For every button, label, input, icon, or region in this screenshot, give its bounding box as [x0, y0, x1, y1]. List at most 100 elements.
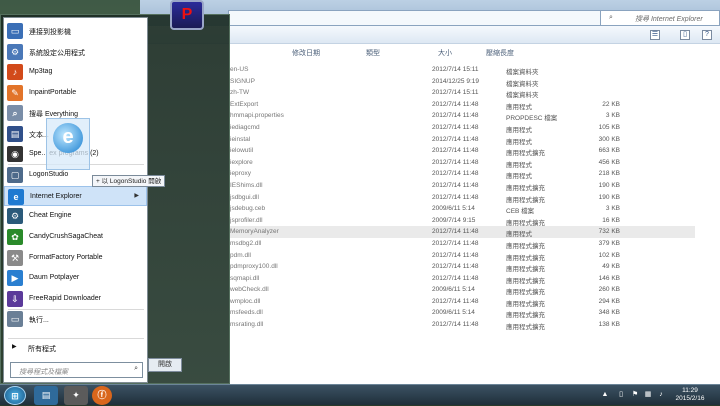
cell-size: 218 KB: [598, 170, 620, 178]
table-row[interactable]: jsdbgui.dll 2012/7/14 11:48 應用程式擴充 190 KB: [230, 192, 695, 204]
cell-date: 2012/7/14 15:11: [432, 66, 479, 73]
header-type[interactable]: 類型: [366, 48, 380, 58]
table-row[interactable]: ieinstal 2012/7/14 11:48 應用程式 300 KB: [230, 134, 695, 146]
cell-type: 應用程式: [506, 126, 532, 134]
cell-type: 應用程式擴充: [506, 242, 545, 250]
cell-type: 應用程式: [506, 138, 532, 146]
cell-name: jsdbgui.dll: [230, 193, 259, 201]
cell-size: 138 KB: [598, 321, 620, 329]
cell-name: hmmapi.properties: [230, 112, 284, 120]
tray-device-icon[interactable]: ▯: [616, 390, 626, 400]
candy-crush-icon: ✿: [7, 229, 23, 245]
table-row[interactable]: msrating.dll 2012/7/14 11:48 應用程式擴充 138 KB: [230, 319, 695, 331]
cell-date: 2012/7/14 11:48: [432, 297, 479, 305]
view-options-icon[interactable]: ☰: [650, 30, 660, 40]
start-menu-item-label: Daum Potplayer: [29, 274, 80, 281]
system-config-icon: ⚙: [7, 44, 23, 60]
table-row[interactable]: MemoryAnalyzer 2012/7/14 11:48 應用程式 732 KB: [230, 226, 695, 238]
cell-type: 檔案資料夾: [506, 92, 539, 100]
table-row[interactable]: ieproxy 2012/7/14 11:48 應用程式 218 KB: [230, 168, 695, 180]
cell-type: 應用程式擴充: [506, 289, 545, 297]
start-menu-item[interactable]: ▶ Daum Potplayer: [4, 268, 147, 288]
cell-name: webCheck.dll: [230, 286, 269, 294]
start-menu-item[interactable]: ⇩ FreeRapid Downloader: [4, 289, 147, 309]
cheat-engine-icon: ⚙: [7, 208, 23, 224]
table-row[interactable]: IEShims.dll 2012/7/14 11:48 應用程式擴充 190 KB: [230, 180, 695, 192]
table-row[interactable]: hmmapi.properties 2012/7/14 11:48 PROPDESC…: [230, 110, 695, 122]
start-menu-item[interactable]: ⚙ Cheat Engine: [4, 206, 147, 226]
table-row[interactable]: zh-TW 2012/7/14 15:11 檔案資料夾: [230, 87, 695, 99]
table-row[interactable]: jsprofiler.dll 2009/7/14 9:15 應用程式擴充 16 KB: [230, 215, 695, 227]
cell-name: msrating.dll: [230, 321, 264, 329]
table-row[interactable]: pdm.dll 2012/7/14 11:48 應用程式擴充 102 KB: [230, 250, 695, 262]
start-menu-item[interactable]: ⚒ FormatFactory Portable: [4, 248, 147, 268]
header-compressed[interactable]: 壓縮長度: [486, 48, 514, 58]
tray-flag-icon[interactable]: ⚑: [630, 390, 640, 400]
start-menu-item[interactable]: ▭ 連接到投影機: [4, 21, 147, 41]
cell-name: wmploc.dll: [230, 297, 261, 305]
taskbar-clock[interactable]: 11:29 2015/2/16: [670, 387, 710, 403]
start-menu-item[interactable]: e Internet Explorer ▶: [4, 186, 147, 206]
table-row[interactable]: iexplore 2012/7/14 11:48 應用程式 456 KB: [230, 157, 695, 169]
taskbar-app-icon[interactable]: ✦: [64, 386, 88, 405]
table-row[interactable]: msfeeds.dll 2009/6/11 5:14 應用程式擴充 348 KB: [230, 307, 695, 319]
cell-name: msdbg2.dll: [230, 239, 262, 247]
start-menu-item[interactable]: ✎ InpaintPortable: [4, 83, 147, 103]
explorer-search-box[interactable]: ⌕ 搜尋 Internet Explorer: [600, 10, 720, 26]
taskbar-firefox-icon[interactable]: ⓕ: [92, 386, 112, 405]
open-button[interactable]: 開啟: [148, 358, 182, 372]
submenu-arrow-icon: ▶: [134, 193, 139, 199]
cell-type: 應用程式擴充: [506, 266, 545, 274]
cell-size: 190 KB: [598, 193, 620, 201]
table-row[interactable]: SIGNUP 2014/12/25 9:19 檔案資料夾: [230, 76, 695, 88]
start-menu-item-label: FormatFactory Portable: [29, 254, 103, 261]
cell-date: 2012/7/14 11:48: [432, 239, 479, 247]
start-orb-button[interactable]: ⊞: [4, 386, 26, 405]
header-date[interactable]: 修改日期: [292, 48, 320, 58]
table-row[interactable]: msdbg2.dll 2012/7/14 11:48 應用程式擴充 379 KB: [230, 238, 695, 250]
cell-size: 22 KB: [602, 100, 620, 108]
start-menu-item[interactable]: ✿ CandyCrushSagaCheat: [4, 227, 147, 247]
cell-name: pdm.dll: [230, 251, 251, 259]
start-menu-item-label: LogonStudio: [29, 171, 69, 178]
cell-type: 應用程式擴充: [506, 312, 545, 320]
table-row[interactable]: wmploc.dll 2012/7/14 11:48 應用程式擴充 294 KB: [230, 296, 695, 308]
cell-date: 2012/7/14 11:48: [432, 321, 479, 329]
taskbar-explorer-icon[interactable]: ▤: [34, 386, 58, 405]
dragged-internet-explorer-icon[interactable]: e: [46, 118, 90, 170]
header-size[interactable]: 大小: [438, 48, 452, 58]
address-bar[interactable]: [228, 10, 618, 26]
tray-network-icon[interactable]: ▦: [643, 390, 653, 400]
cell-size: 663 KB: [598, 147, 620, 155]
cell-name: ExtExport: [230, 100, 259, 108]
cell-name: IEShims.dll: [230, 181, 263, 189]
table-row[interactable]: pdmproxy100.dll 2012/7/14 11:48 應用程式擴充 49 K…: [230, 261, 695, 273]
table-row[interactable]: sqmapi.dll 2012/7/14 11:48 應用程式擴充 146 KB: [230, 273, 695, 285]
cell-name: iediagcmd: [230, 123, 260, 131]
start-search-box[interactable]: 搜尋程式及檔案 ⌕: [10, 362, 143, 378]
cell-name: zh-TW: [230, 89, 250, 97]
table-row[interactable]: jsdebug.ceb 2009/6/11 5:14 CEB 檔案 3 KB: [230, 203, 695, 215]
start-menu-separator: [8, 338, 144, 339]
start-menu-item-label: InpaintPortable: [29, 89, 77, 96]
table-row[interactable]: ExtExport 2012/7/14 11:48 應用程式 22 KB: [230, 99, 695, 111]
start-menu-item[interactable]: ⚙ 系統設定公用程式: [4, 42, 147, 62]
cell-name: jsprofiler.dll: [230, 216, 263, 224]
cell-date: 2012/7/14 11:48: [432, 181, 479, 189]
preview-pane-icon[interactable]: ▯: [680, 30, 690, 40]
column-headers: 修改日期 類型 大小 壓縮長度: [230, 45, 720, 59]
tray-volume-icon[interactable]: ♪: [656, 390, 666, 400]
cell-size: 300 KB: [598, 135, 620, 143]
taskbar: ⊞ ▤ ✦ ⓕ ▲ ▯ ⚑ ▦ ♪ 11:29 2015/2/16: [0, 384, 720, 405]
table-row[interactable]: webCheck.dll 2009/6/11 5:14 應用程式擴充 260 KB: [230, 284, 695, 296]
help-icon[interactable]: ?: [702, 30, 712, 40]
cell-name: msfeeds.dll: [230, 309, 263, 317]
table-row[interactable]: en-US 2012/7/14 15:11 檔案資料夾: [230, 64, 695, 76]
table-row[interactable]: iediagcmd 2012/7/14 11:48 應用程式 105 KB: [230, 122, 695, 134]
tray-expand-icon[interactable]: ▲: [600, 390, 610, 400]
table-row[interactable]: ielowutil 2012/7/14 11:48 應用程式擴充 663 KB: [230, 145, 695, 157]
cell-type: 檔案資料夾: [506, 80, 539, 88]
start-menu-item[interactable]: ▭ 執行...: [4, 309, 147, 329]
start-menu-item[interactable]: ♪ Mp3tag: [4, 62, 147, 82]
playstation-logo-icon: P: [170, 0, 204, 30]
